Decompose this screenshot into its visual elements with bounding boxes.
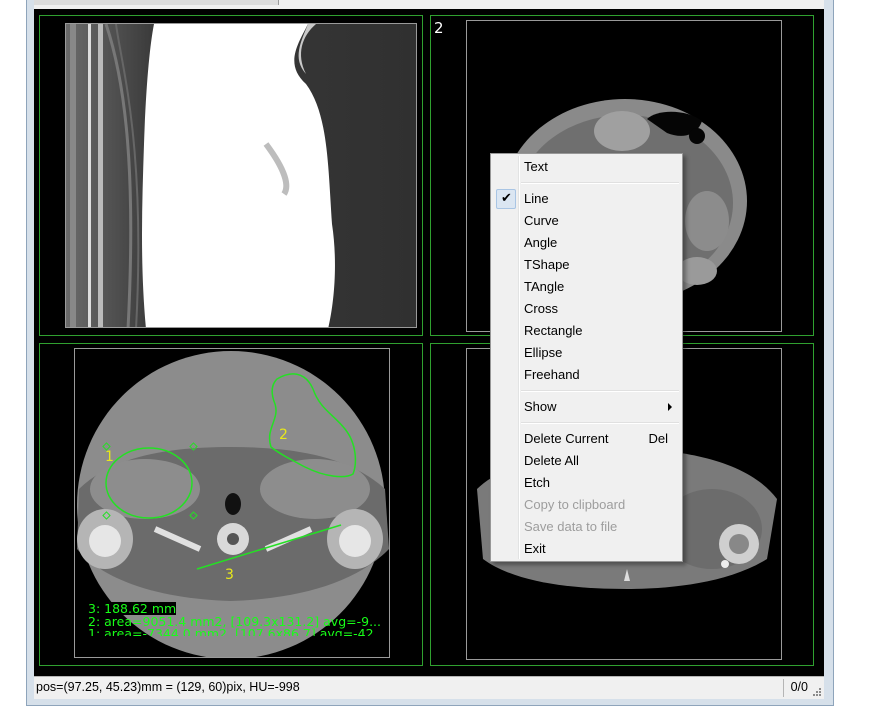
roi-3-label: 3 xyxy=(225,567,234,583)
menu-item-freehand[interactable]: Freehand xyxy=(493,364,680,386)
menu-item-show[interactable]: Show xyxy=(493,396,680,418)
viewport-1[interactable] xyxy=(39,15,423,336)
menu-item-tangle[interactable]: TAngle xyxy=(493,276,680,298)
resize-grip-icon[interactable] xyxy=(812,687,822,697)
sagittal-image[interactable] xyxy=(65,23,417,328)
menu-item-ellipse[interactable]: Ellipse xyxy=(493,342,680,364)
status-bar: pos=(97.25, 45.23)mm = (129, 60)pix, HU=… xyxy=(34,676,824,699)
menu-item-copy-to-clipboard: Copy to clipboard xyxy=(524,497,626,512)
menu-item-etch[interactable]: Etch xyxy=(493,472,680,494)
cursor-position-readout: pos=(97.25, 45.23)mm = (129, 60)pix, HU=… xyxy=(36,680,300,694)
menu-item-text[interactable]: Text xyxy=(493,156,680,178)
status-divider xyxy=(783,679,784,697)
menu-separator xyxy=(521,182,679,184)
menu-separator xyxy=(521,390,679,392)
menu-item-delete-current[interactable]: Delete Current Del xyxy=(493,428,680,450)
menu-item-angle[interactable]: Angle xyxy=(493,232,680,254)
menu-item-rectangle[interactable]: Rectangle xyxy=(493,320,680,342)
menu-item-tshape[interactable]: TShape xyxy=(493,254,680,276)
image-viewer-canvas[interactable]: 2 1 2 3 3: 188.62 mm 2: area=9051.4 mm2,… xyxy=(34,9,824,676)
menu-item-curve[interactable]: Curve xyxy=(493,210,680,232)
roi-1-label: 1 xyxy=(105,449,114,465)
check-icon: ✔ xyxy=(496,189,516,209)
roi-2-label: 2 xyxy=(279,427,288,443)
menu-item-save-data-to-file: Save data to file xyxy=(524,519,618,534)
menu-item-exit[interactable]: Exit xyxy=(493,538,680,560)
menu-item-delete-all[interactable]: Delete All xyxy=(493,450,680,472)
scrollbar-thumb[interactable] xyxy=(34,0,279,5)
menu-item-cross[interactable]: Cross xyxy=(493,298,680,320)
delete-shortcut: Del xyxy=(648,431,668,446)
sagittal-scan xyxy=(66,24,416,327)
menu-item-line[interactable]: ✔ Line xyxy=(493,188,680,210)
annotation-context-menu: Text ✔ Line Curve Angle TShape TAngle Cr… xyxy=(490,153,683,562)
image-count: 0/0 xyxy=(790,680,808,694)
viewport-number: 2 xyxy=(434,19,444,37)
viewport-3[interactable]: 1 2 3 3: 188.62 mm 2: area=9051.4 mm2, [… xyxy=(39,343,423,666)
measurement-area-1: 1: area=-7344.0 mm2, [107.6x86.7] avg=-4… xyxy=(88,627,386,636)
submenu-arrow-icon xyxy=(668,403,672,411)
menu-separator xyxy=(521,422,679,424)
